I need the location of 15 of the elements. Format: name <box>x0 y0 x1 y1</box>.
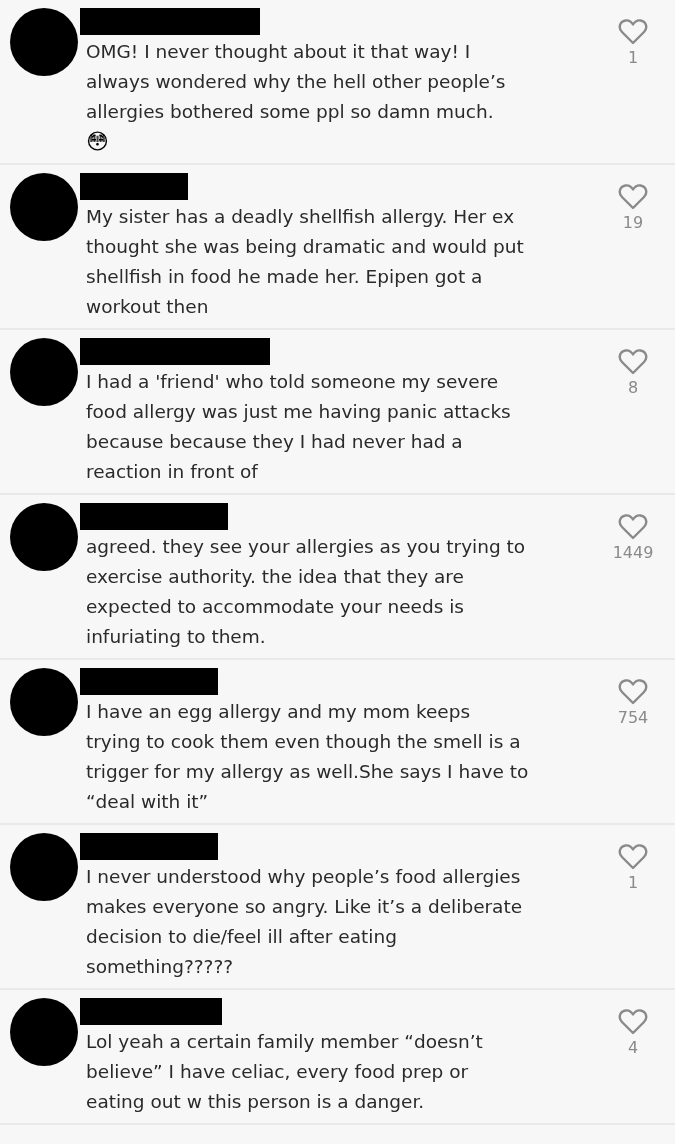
like-count: 19 <box>622 213 644 232</box>
comment-text: I had a 'friend' who told someone my severe food allergy was just me having panic attacks because because they I had never had a reaction in front of <box>86 370 511 484</box>
comment-text: OMG! I never thought about it that way! I always wondered why the hell other people’s allergies bothered some ppl so damn much. <box>86 40 506 124</box>
like-count: 1449 <box>612 543 654 562</box>
comment-text: I never understood why people’s food allergies makes everyone so angry. Like it’s a deliberate decision to die/feel ill after eating something????? <box>86 865 523 979</box>
comment-text: I have an egg allergy and my mom keeps trying to cook them even though the smell is a trigger for my allergy as well.She says I have to “deal with it” <box>86 700 529 814</box>
comment-text: Lol yeah a certain family member “doesn’t believe” I have celiac, every food prep or eating out w this person is a danger. <box>86 1030 483 1114</box>
comment-text: agreed. they see your allergies as you trying to exercise authority. the idea that they are expected to accommodate your needs is infuriating to them. <box>86 535 526 649</box>
like-count: 4 <box>627 1038 639 1057</box>
comment-text: My sister has a deadly shellfish allergy. Her ex thought she was being dramatic and would put shellfish in food he made her. Epipen got a workout then <box>86 205 524 319</box>
like-count: 8 <box>627 378 639 397</box>
like-count: 1 <box>627 48 639 67</box>
emoji: 😳 <box>86 128 109 156</box>
like-count: 1 <box>627 873 639 892</box>
like-count: 754 <box>617 708 649 727</box>
